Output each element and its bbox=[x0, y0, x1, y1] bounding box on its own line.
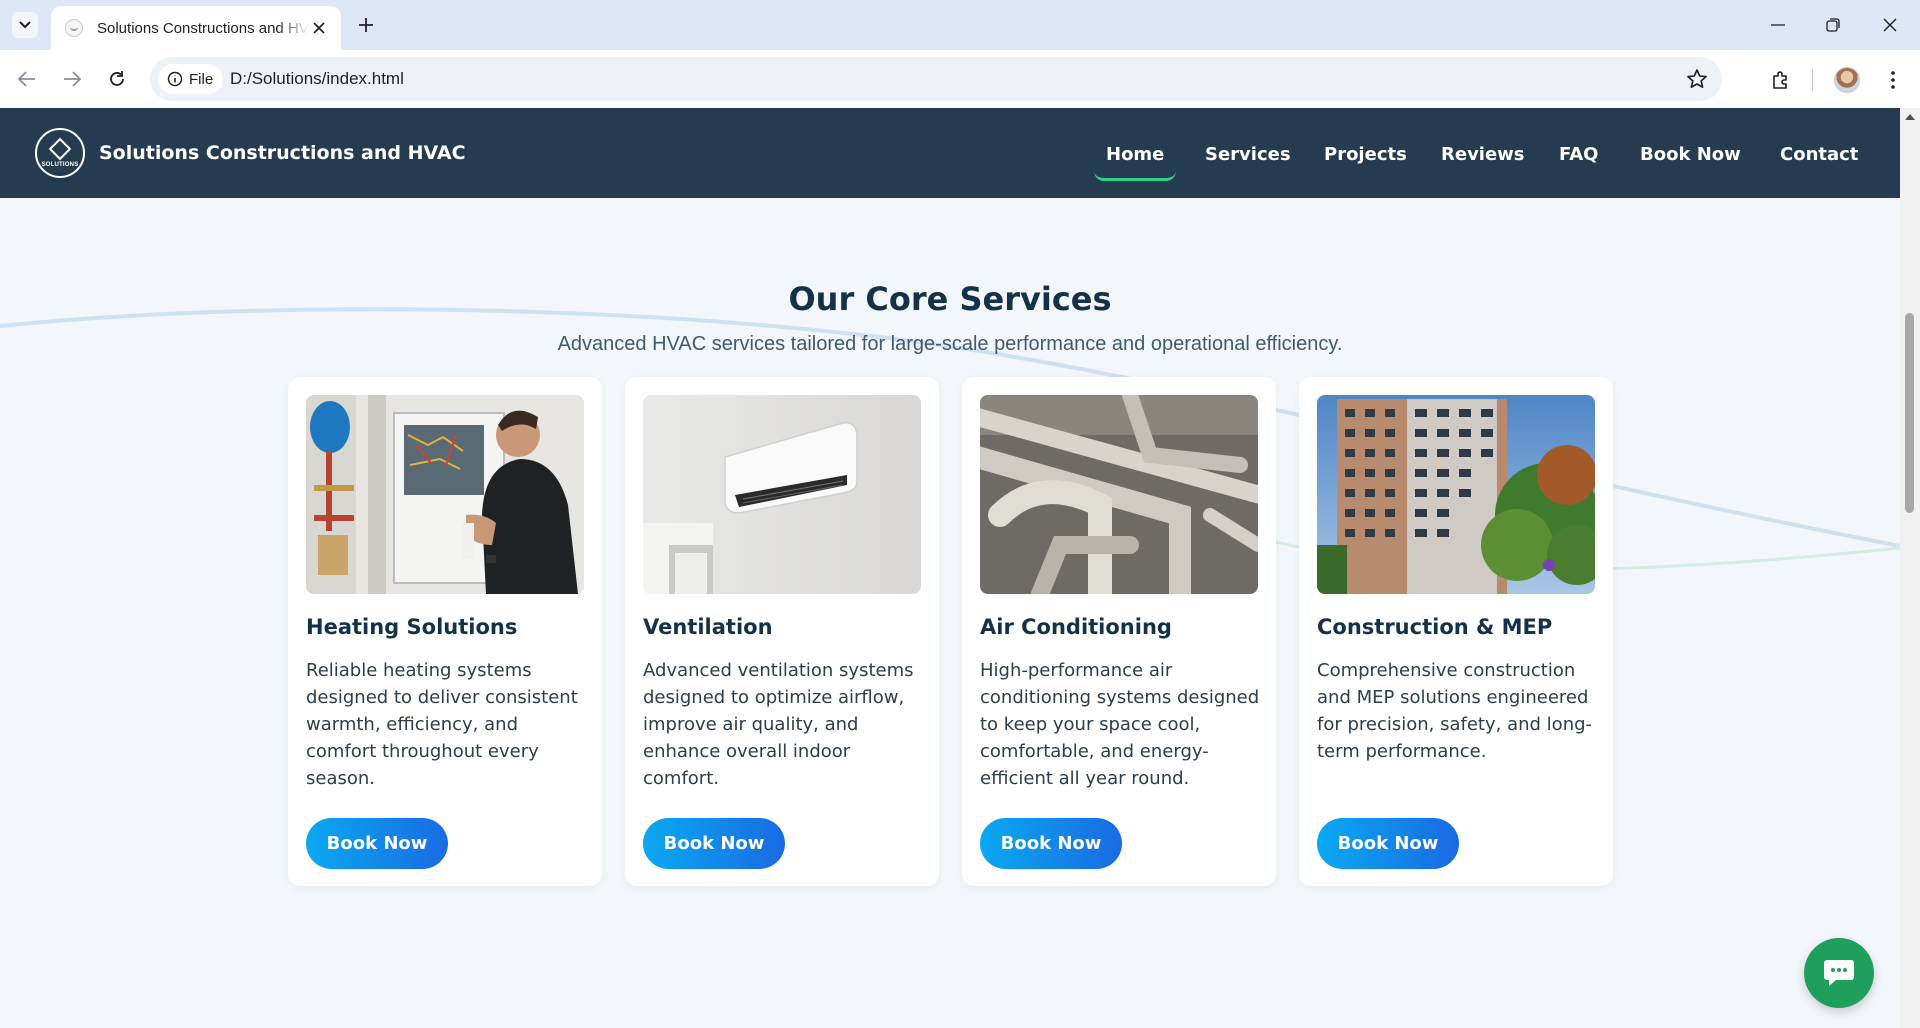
page-viewport: SOLUTIONS Solutions Constructions and HV… bbox=[0, 108, 1900, 1028]
avatar bbox=[1834, 67, 1860, 93]
nav-link-reviews[interactable]: Reviews bbox=[1441, 144, 1525, 165]
toolbar-divider bbox=[1812, 69, 1813, 91]
nav-link-projects[interactable]: Projects bbox=[1324, 144, 1407, 165]
book-now-button[interactable]: Book Now bbox=[980, 818, 1122, 869]
book-now-button[interactable]: Book Now bbox=[1317, 818, 1459, 869]
tab-search-button[interactable] bbox=[12, 12, 38, 38]
apartment-building-image bbox=[1317, 395, 1595, 594]
book-now-button[interactable]: Book Now bbox=[306, 818, 448, 869]
reload-icon[interactable] bbox=[101, 63, 133, 95]
logo-text: SOLUTIONS bbox=[41, 161, 79, 168]
tab-favicon-icon bbox=[65, 19, 83, 37]
bookmark-star-icon[interactable] bbox=[1686, 68, 1708, 90]
industrial-pipes-image bbox=[980, 395, 1258, 594]
card-title: Heating Solutions bbox=[306, 615, 518, 639]
logo-cube-icon bbox=[48, 137, 72, 160]
page-scrollbar[interactable] bbox=[1900, 108, 1920, 1028]
minimize-window-icon[interactable] bbox=[1763, 10, 1793, 40]
tab-title: Solutions Constructions and HVAC bbox=[97, 19, 310, 37]
card-description: Advanced ventilation systems designed to… bbox=[643, 660, 914, 789]
nav-link-book-now[interactable]: Book Now bbox=[1640, 144, 1741, 165]
service-card-ventilation: Ventilation Advanced ventilation systems… bbox=[625, 377, 939, 886]
card-title: Ventilation bbox=[643, 615, 773, 639]
nav-link-faq[interactable]: FAQ bbox=[1559, 144, 1598, 165]
site-name[interactable]: Solutions Constructions and HVAC bbox=[99, 142, 466, 164]
info-icon bbox=[167, 71, 183, 87]
close-window-icon[interactable] bbox=[1875, 10, 1905, 40]
nav-link-services[interactable]: Services bbox=[1205, 144, 1291, 165]
service-card-construction-mep: Construction & MEP Comprehensive constru… bbox=[1299, 377, 1613, 886]
browser-menu-kebab-icon[interactable] bbox=[1878, 65, 1908, 95]
forward-arrow-icon[interactable] bbox=[56, 63, 88, 95]
section-title: Our Core Services bbox=[788, 280, 1112, 318]
tab-close-icon[interactable] bbox=[309, 18, 329, 38]
active-nav-indicator bbox=[1094, 171, 1176, 181]
extensions-puzzle-icon[interactable] bbox=[1766, 65, 1796, 95]
back-arrow-icon[interactable] bbox=[11, 63, 43, 95]
company-logo[interactable]: SOLUTIONS bbox=[35, 128, 85, 178]
heating-technician-image bbox=[306, 395, 584, 594]
chat-widget-button[interactable] bbox=[1804, 938, 1874, 1008]
card-description: Comprehensive construction and MEP solut… bbox=[1317, 660, 1593, 762]
new-tab-plus-icon[interactable] bbox=[354, 13, 378, 37]
scrollbar-thumb[interactable] bbox=[1905, 313, 1914, 513]
book-now-button[interactable]: Book Now bbox=[643, 818, 785, 869]
address-bar[interactable]: File D:/Solutions/index.html bbox=[150, 57, 1722, 101]
browser-toolbar: File D:/Solutions/index.html bbox=[0, 50, 1920, 108]
nav-link-home[interactable]: Home bbox=[1106, 144, 1164, 165]
site-info-label: File bbox=[189, 70, 214, 88]
site-info-chip[interactable]: File bbox=[158, 64, 224, 94]
nav-link-contact[interactable]: Contact bbox=[1780, 144, 1858, 165]
scroll-up-arrow-icon[interactable] bbox=[1905, 114, 1915, 120]
background-wave-decoration bbox=[0, 307, 1900, 571]
service-card-air-conditioning: Air Conditioning High-performance air co… bbox=[962, 377, 1276, 886]
card-description: High-performance air conditioning system… bbox=[980, 660, 1260, 789]
chat-bubble-icon bbox=[1824, 960, 1854, 986]
profile-avatar[interactable] bbox=[1832, 65, 1862, 95]
ventilation-ac-image bbox=[643, 395, 921, 594]
service-card-heating: Heating Solutions Reliable heating syste… bbox=[288, 377, 602, 886]
url-text[interactable]: D:/Solutions/index.html bbox=[230, 69, 404, 89]
card-description: Reliable heating systems designed to del… bbox=[306, 660, 578, 789]
section-subtitle: Advanced HVAC services tailored for larg… bbox=[557, 333, 1343, 355]
chevron-down-icon bbox=[19, 21, 31, 29]
browser-tabstrip: Solutions Constructions and HVAC bbox=[0, 0, 1920, 50]
card-title: Construction & MEP bbox=[1317, 615, 1553, 639]
browser-tab[interactable]: Solutions Constructions and HVAC bbox=[51, 6, 341, 50]
site-header: SOLUTIONS Solutions Constructions and HV… bbox=[0, 108, 1900, 198]
restore-window-icon[interactable] bbox=[1818, 10, 1848, 40]
card-title: Air Conditioning bbox=[980, 615, 1172, 639]
